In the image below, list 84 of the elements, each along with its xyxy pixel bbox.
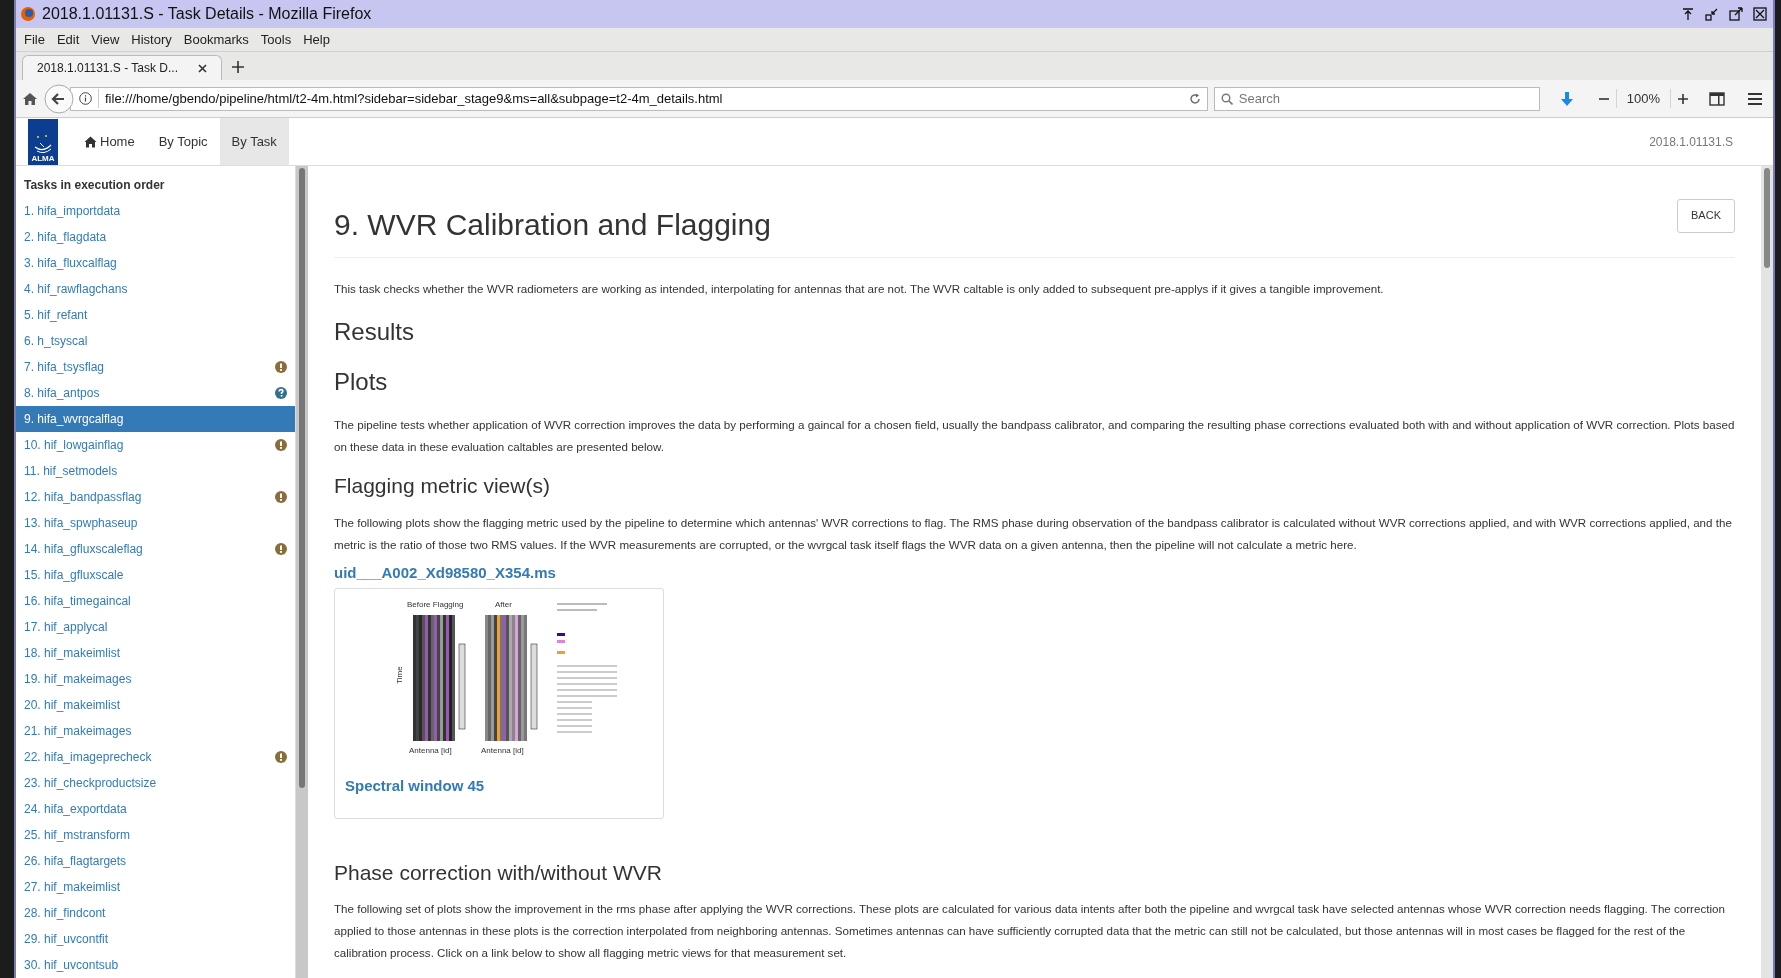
task-link[interactable]: 1. hifa_importdata	[16, 198, 295, 224]
task-link[interactable]: 18. hif_makeimlist	[16, 640, 295, 666]
sidebar-heading: Tasks in execution order	[23, 177, 166, 194]
antenna-icon	[32, 132, 54, 155]
task-link[interactable]: 2. hifa_flagdata	[16, 224, 295, 250]
task-link[interactable]: 6. h_tsyscal	[16, 328, 295, 354]
home-icon	[84, 135, 97, 148]
window-title: 2018.1.01131.S - Task Details - Mozilla Firefox	[42, 4, 372, 24]
task-link[interactable]: 28. hif_findcont	[16, 900, 295, 926]
task-link[interactable]: 7. hifa_tsysflag	[16, 354, 295, 380]
task-link[interactable]: 25. hif_mstransform	[16, 822, 295, 848]
info-icon[interactable]	[79, 92, 92, 105]
paragraph: The following plots show the flagging metric used by the pipeline to determine which antennas' WVR corrections to flag. The RMS phase during observation of the bandpass calibrator is calculated without WVR corrections applied, and with WVR corrections applied, and the metric is the ratio of those two RMS values. If the WVR measurements are corrupted, or the wvrgcal task itself flags the WVR data on a given antenna, then the pipeline will not calculate a metric here.	[334, 514, 1733, 553]
task-link[interactable]: 10. hif_lowgainflag	[16, 432, 295, 458]
menu-item[interactable]: History	[127, 29, 176, 50]
address-bar[interactable]: file:///home/gbendo/pipeline/html/t2-4m.html?sidebar=sidebar_stage9&ms=all&subpage=t2-4m_details.html	[70, 86, 1208, 111]
sidebar-icon[interactable]	[1709, 91, 1725, 106]
axis-label: Time	[395, 666, 404, 684]
task-link[interactable]: 13. hifa_spwphaseup	[16, 510, 295, 536]
task-link[interactable]: 20. hif_makeimlist	[16, 692, 295, 718]
menu-item[interactable]: View	[87, 29, 124, 50]
task-link[interactable]: 21. hif_makeimages	[16, 718, 295, 744]
minimize-icon[interactable]	[1705, 7, 1719, 21]
maximize-icon[interactable]	[1729, 7, 1743, 21]
alma-logo: ALMA	[28, 118, 58, 165]
paragraph: The pipeline tests whether application of WVR correction improves the data by performing a gaincal for a chosen field, usually the bandpass calibrator, and comparing the resulting phase corrections evaluated both with and without application of WVR correction. Plots based on these data in these evaluation caltables are presented below.	[334, 417, 1735, 455]
menu-item[interactable]: Tools	[256, 29, 296, 50]
project-code: 2018.1.01131.S	[1649, 133, 1733, 151]
plot-title: Before Flagging	[407, 601, 464, 609]
plot-title: After	[495, 601, 512, 609]
ms-link[interactable]: uid___A002_Xd98580_X354.ms	[334, 561, 1735, 584]
reload-icon[interactable]	[1188, 92, 1201, 105]
task-link[interactable]: 29. hif_uvcontfit	[16, 926, 295, 952]
home-icon[interactable]	[22, 90, 38, 107]
back-icon[interactable]	[44, 83, 74, 114]
task-link[interactable]: 9. hifa_wvrgcalflag	[16, 406, 295, 432]
zoom-level[interactable]: 100%	[1615, 88, 1671, 109]
task-link[interactable]: 17. hif_applycal	[16, 614, 295, 640]
menu-item[interactable]: File	[20, 29, 49, 50]
section-heading: Results	[334, 317, 416, 347]
task-link[interactable]: 15. hifa_gfluxscale	[16, 562, 295, 588]
download-icon[interactable]	[1559, 90, 1574, 107]
menu-item[interactable]: Help	[299, 29, 334, 50]
task-link[interactable]: 22. hifa_imageprecheck	[16, 744, 295, 770]
menu-item[interactable]: Bookmarks	[179, 29, 253, 50]
menu-item[interactable]: Edit	[52, 29, 84, 50]
keep-on-top-icon[interactable]	[1681, 7, 1695, 21]
axis-label: Antenna [id]	[481, 747, 524, 755]
task-link[interactable]: 12. hifa_bandpassflag	[16, 484, 295, 510]
browser-tab[interactable]: 2018.1.01131.S - Task D...	[22, 55, 222, 80]
nav-tab[interactable]: By Task	[219, 118, 289, 165]
nav-tab[interactable]: Home	[72, 118, 147, 165]
task-link[interactable]: 14. hifa_gfluxscaleflag	[16, 536, 295, 562]
new-tab-icon[interactable]	[232, 61, 244, 73]
task-link[interactable]: 26. hifa_flagtargets	[16, 848, 295, 874]
task-link[interactable]: 24. hifa_exportdata	[16, 796, 295, 822]
browser-logo-icon	[20, 6, 36, 22]
search-field[interactable]: Search	[1213, 86, 1540, 111]
search-input[interactable]: Search	[1238, 88, 1533, 109]
nav-tab[interactable]: By Topic	[146, 118, 220, 165]
close-icon[interactable]	[198, 63, 207, 73]
task-link[interactable]: 5. hif_refant	[16, 302, 295, 328]
paragraph: This task checks whether the WVR radiometers are working as intended, interpolating for antennas that are not. The WVR caltable is only added to subsequent pre-applys if it gives a tangible improvement.	[334, 281, 1385, 297]
zoom-in-icon[interactable]	[1677, 92, 1689, 105]
section-heading: Plots	[334, 367, 389, 397]
caption-link[interactable]: Spectral window 45	[345, 775, 653, 798]
task-link[interactable]: 23. hif_checkproductsize	[16, 770, 295, 796]
menu-icon[interactable]	[1747, 91, 1763, 106]
task-link[interactable]: 16. hifa_timegaincal	[16, 588, 295, 614]
page-title: 9. WVR Calibration and Flagging	[334, 207, 771, 243]
task-link[interactable]: 11. hif_setmodels	[16, 458, 295, 484]
task-link[interactable]: 8. hifa_antpos	[16, 380, 295, 406]
task-link[interactable]: 3. hifa_fluxcalflag	[16, 250, 295, 276]
section-heading: Phase correction with/without WVR	[334, 859, 663, 886]
section-heading: Flagging metric view(s)	[334, 473, 551, 499]
axis-label: Antenna [id]	[409, 747, 452, 755]
task-link[interactable]: 30. hif_uvcontsub	[16, 952, 295, 978]
task-link[interactable]: 27. hif_makeimlist	[16, 874, 295, 900]
search-icon	[1220, 92, 1233, 105]
task-link[interactable]: 19. hif_makeimages	[16, 666, 295, 692]
paragraph: The following set of plots show the improvement in the rms phase after applying the WVR corrections. These plots are calculated for various data intents after both the pipeline and wvrgcal task have selected antennas whose WVR correction needs flagging. The correction applied to those antennas in these plots is the correction interpolated from neighboring antennas. Sometimes antennas can have sufficiently corrupted data that the metric can still not be calculated, but those antennas will in most cases be flagged for the rest of the calibration process. Click on a link below to show all flagging metric views for that measurement set.	[334, 901, 1726, 961]
back-button[interactable]: BACK	[1677, 198, 1735, 233]
task-link[interactable]: 4. hif_rawflagchans	[16, 276, 295, 302]
close-icon[interactable]	[1753, 7, 1767, 21]
